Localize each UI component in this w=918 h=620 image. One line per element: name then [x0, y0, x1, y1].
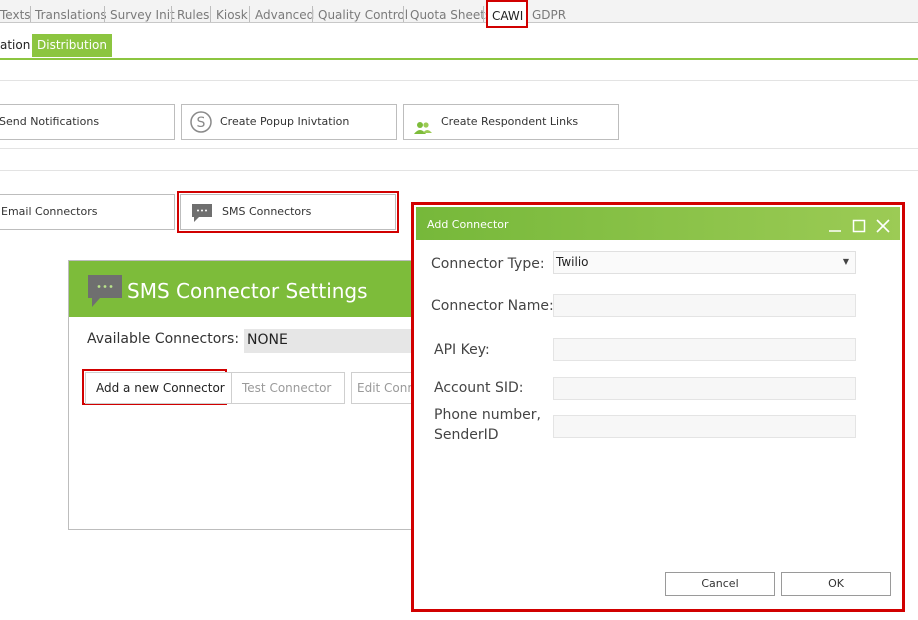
sms-connectors-label: SMS Connectors — [222, 205, 312, 218]
connector-type-value: Twilio — [556, 255, 589, 269]
add-new-connector-button[interactable]: Add a new Connector — [85, 372, 236, 404]
tab-texts[interactable]: Texts — [0, 8, 31, 22]
minimize-icon[interactable] — [828, 218, 842, 232]
phone-number-field[interactable] — [553, 415, 856, 438]
subtab-distribution[interactable]: Distribution — [32, 34, 113, 57]
account-sid-label: Account SID: — [434, 380, 524, 396]
tab-separator — [312, 6, 313, 22]
tab-gdpr[interactable]: GDPR — [532, 8, 566, 22]
dialog-title: Add Connector — [427, 218, 509, 231]
users-icon — [414, 115, 432, 134]
tab-separator — [249, 6, 250, 22]
tab-quality-control[interactable]: Quality Control — [318, 8, 408, 22]
sms-connectors-button[interactable]: SMS Connectors — [180, 194, 396, 230]
test-connector-button[interactable]: Test Connector — [231, 372, 345, 404]
divider — [0, 148, 918, 149]
connector-type-label: Connector Type: — [431, 256, 545, 272]
tab-translations[interactable]: Translations — [35, 8, 107, 22]
connector-name-label: Connector Name: — [431, 298, 554, 314]
tab-separator — [403, 6, 404, 22]
api-key-field[interactable] — [553, 338, 856, 361]
maximize-icon[interactable] — [852, 218, 866, 233]
available-connectors-value: NONE — [247, 332, 288, 348]
chat-bubble-icon — [191, 203, 213, 223]
create-links-label: Create Respondent Links — [441, 115, 579, 128]
email-connectors-button[interactable]: Email Connectors — [0, 194, 175, 230]
close-icon[interactable] — [876, 218, 890, 233]
api-key-label: API Key: — [434, 342, 490, 358]
tab-separator — [171, 6, 172, 22]
tab-survey-init[interactable]: Survey Init — [110, 8, 175, 22]
create-respondent-links-button[interactable]: Create Respondent Links — [403, 104, 619, 140]
popup-s-icon: S — [190, 111, 212, 133]
divider — [0, 170, 918, 171]
tab-separator — [104, 6, 105, 22]
tab-separator — [210, 6, 211, 22]
tab-quota-sheets[interactable]: Quota Sheets — [410, 8, 491, 22]
ok-button[interactable]: OK — [781, 572, 891, 596]
divider — [0, 80, 918, 81]
phone-number-label: Phone number, — [434, 407, 541, 423]
connector-name-field[interactable] — [553, 294, 856, 317]
tab-separator — [30, 6, 31, 22]
sms-panel-header: SMS Connector Settings — [69, 261, 417, 317]
top-tab-bar: Texts Translations Survey Init Rules Kio… — [0, 0, 918, 28]
cancel-button[interactable]: Cancel — [665, 572, 775, 596]
email-connectors-label: Email Connectors — [1, 205, 98, 218]
tab-kiosk[interactable]: Kiosk — [216, 8, 248, 22]
add-connector-dialog: Add Connector Connector Type: Twilio ▼ C… — [411, 202, 905, 612]
sender-id-label: SenderID — [434, 427, 499, 443]
send-notifications-button[interactable]: Send Notifications — [0, 104, 175, 140]
available-connectors-select[interactable]: NONE — [244, 329, 419, 353]
sub-tab-bar: ation Distribution — [0, 23, 918, 60]
create-popup-label: Create Popup Inivtation — [220, 115, 350, 128]
svg-text:S: S — [197, 115, 206, 131]
account-sid-field[interactable] — [553, 377, 856, 400]
send-notifications-label: Send Notifications — [0, 115, 100, 128]
subtab-invitation[interactable]: ation — [0, 34, 30, 57]
available-connectors-label: Available Connectors: — [87, 331, 240, 347]
sms-panel-title: SMS Connector Settings — [127, 279, 368, 303]
tab-cawi-label: CAWI — [492, 9, 524, 23]
chat-bubble-icon — [87, 274, 123, 308]
tab-separator — [483, 6, 484, 22]
sms-connector-settings-panel: SMS Connector Settings Available Connect… — [68, 260, 421, 530]
tab-advanced[interactable]: Advanced — [255, 8, 314, 22]
create-popup-invitation-button[interactable]: S Create Popup Inivtation — [181, 104, 397, 140]
connector-type-select[interactable]: Twilio ▼ — [553, 251, 856, 274]
tab-rules[interactable]: Rules — [177, 8, 209, 22]
dialog-header: Add Connector — [416, 207, 900, 240]
dropdown-arrow-icon: ▼ — [842, 257, 849, 266]
